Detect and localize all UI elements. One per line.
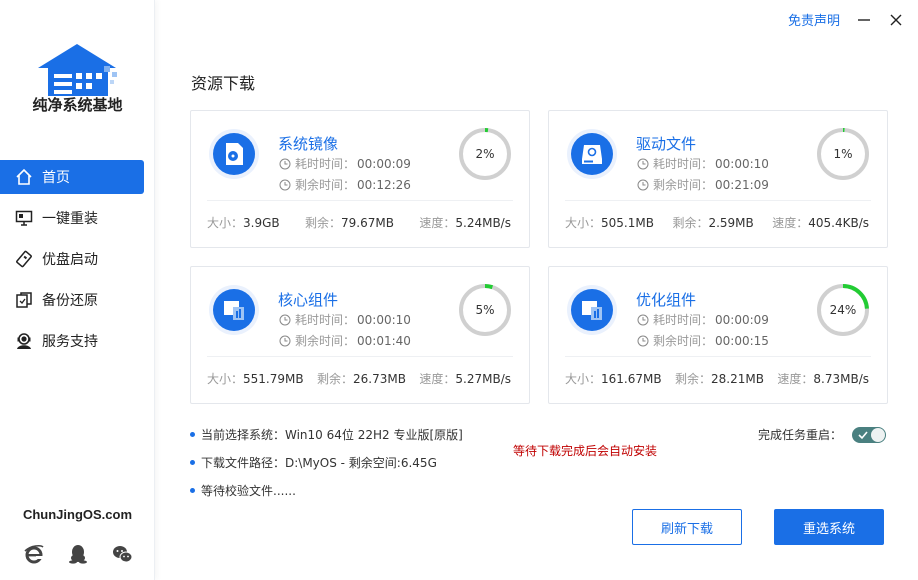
speed-value: 5.24MB/s <box>455 216 511 230</box>
wechat-icon[interactable] <box>110 542 134 566</box>
size-value: 551.79MB <box>243 372 304 386</box>
progress-percent: 2% <box>475 147 494 161</box>
auto-install-notice: 等待下载完成后会自动安装 <box>513 444 658 458</box>
sidebar-item-label: 服务支持 <box>42 334 98 350</box>
card-title: 核心组件 <box>278 291 339 309</box>
progress-ring: 5% <box>459 284 511 336</box>
size-value: 505.1MB <box>601 216 654 230</box>
speed-value: 8.73MB/s <box>813 372 869 386</box>
sidebar-item-backup[interactable]: 备份还原 <box>0 283 155 317</box>
usb-icon <box>14 249 34 269</box>
card-title: 驱动文件 <box>636 135 697 153</box>
close-button[interactable] <box>888 12 904 28</box>
clock-icon <box>637 179 649 191</box>
monitor-icon <box>14 208 34 228</box>
download-card-driver-files: 驱动文件 耗时时间： 00:00:10 剩余时间： 00:21:09 1% 大小：5… <box>548 110 888 248</box>
qq-icon[interactable] <box>66 542 90 566</box>
size-value: 161.67MB <box>601 372 662 386</box>
clock-icon <box>637 158 649 170</box>
card-title: 系统镜像 <box>278 135 339 153</box>
left-value: 79.67MB <box>341 216 394 230</box>
download-card-system-image: 系统镜像 耗时时间： 00:00:09 剩余时间： 00:12:26 2% 大小：3… <box>190 110 530 248</box>
sidebar-item-label: 首页 <box>42 170 70 186</box>
info-status: 等待校验文件...... <box>190 482 296 499</box>
remaining-value: 00:01:40 <box>357 333 411 348</box>
sidebar: 纯净系统基地 首页 一键重装 优盘启动 备份还原 服务支持 ChunJingOS… <box>0 0 155 580</box>
backup-icon <box>14 290 34 310</box>
elapsed-value: 00:00:10 <box>715 156 769 171</box>
clock-icon <box>637 314 649 326</box>
clock-icon <box>279 335 291 347</box>
home-icon <box>14 167 34 187</box>
left-value: 26.73MB <box>353 372 406 386</box>
ie-icon[interactable] <box>22 542 46 566</box>
sidebar-item-label: 优盘启动 <box>42 252 98 268</box>
clock-icon <box>279 314 291 326</box>
elapsed-value: 00:00:09 <box>357 156 411 171</box>
check-icon <box>858 430 868 439</box>
speed-value: 405.4KB/s <box>808 216 869 230</box>
drive-icon <box>582 145 602 164</box>
info-selected-system: 当前选择系统：Win10 64位 22H2 专业版[原版] <box>190 426 463 443</box>
component-icon <box>224 301 244 320</box>
card-title: 优化组件 <box>636 291 697 309</box>
progress-percent: 1% <box>833 147 852 161</box>
bullet-icon <box>190 488 195 493</box>
minimize-button[interactable] <box>856 12 872 28</box>
restart-label: 完成任务重启： <box>757 428 842 442</box>
left-value: 2.59MB <box>708 216 754 230</box>
restart-option: 完成任务重启： <box>758 426 886 443</box>
remaining-value: 00:21:09 <box>715 177 769 192</box>
download-card-optimization-components: 优化组件 耗时时间： 00:00:09 剩余时间： 00:00:15 24% 大小：… <box>548 266 888 404</box>
page-title: 资源下载 <box>191 74 256 93</box>
bullet-icon <box>190 460 195 465</box>
size-value: 3.9GB <box>243 216 280 230</box>
social-links <box>22 542 134 566</box>
sidebar-item-usb-boot[interactable]: 优盘启动 <box>0 242 155 276</box>
sidebar-item-label: 备份还原 <box>42 293 98 309</box>
left-value: 28.21MB <box>711 372 764 386</box>
progress-percent: 5% <box>475 303 494 317</box>
component-icon <box>582 301 602 320</box>
remaining-value: 00:00:15 <box>715 333 769 348</box>
progress-ring: 24% <box>817 284 869 336</box>
sidebar-item-support[interactable]: 服务支持 <box>0 324 155 358</box>
elapsed-value: 00:00:10 <box>357 312 411 327</box>
disc-image-icon <box>226 143 243 165</box>
info-download-path: 下载文件路径：D:\MyOS - 剩余空间:6.45G <box>190 454 437 471</box>
sidebar-item-label: 一键重装 <box>42 211 98 227</box>
progress-ring: 1% <box>817 128 869 180</box>
progress-ring: 2% <box>459 128 511 180</box>
progress-percent: 24% <box>830 303 857 317</box>
remaining-label: 剩余时间： <box>295 178 356 192</box>
speed-value: 5.27MB/s <box>455 372 511 386</box>
brand-name: 纯净系统基地 <box>32 96 123 114</box>
sidebar-item-reinstall[interactable]: 一键重装 <box>0 201 155 235</box>
clock-icon <box>279 158 291 170</box>
disclaimer-link[interactable]: 免责声明 <box>788 10 840 29</box>
elapsed-value: 00:00:09 <box>715 312 769 327</box>
clock-icon <box>637 335 649 347</box>
site-url: ChunJingOS.com <box>22 507 133 522</box>
sidebar-item-home[interactable]: 首页 <box>0 160 144 194</box>
remaining-value: 00:12:26 <box>357 177 411 192</box>
refresh-download-button[interactable]: 刷新下载 <box>632 509 742 545</box>
reselect-system-button[interactable]: 重选系统 <box>774 509 884 545</box>
restart-toggle[interactable] <box>852 426 886 443</box>
sidebar-nav: 首页 一键重装 优盘启动 备份还原 服务支持 <box>0 160 155 365</box>
clock-icon <box>279 179 291 191</box>
bullet-icon <box>190 432 195 437</box>
window-controls: 免责声明 <box>788 10 904 29</box>
logo-icon <box>38 44 117 96</box>
close-icon <box>890 14 902 25</box>
elapsed-label: 耗时时间： <box>295 157 356 171</box>
download-card-core-components: 核心组件 耗时时间： 00:00:10 剩余时间： 00:01:40 5% 大小：5… <box>190 266 530 404</box>
support-icon <box>14 331 34 351</box>
minimize-icon <box>858 18 870 21</box>
